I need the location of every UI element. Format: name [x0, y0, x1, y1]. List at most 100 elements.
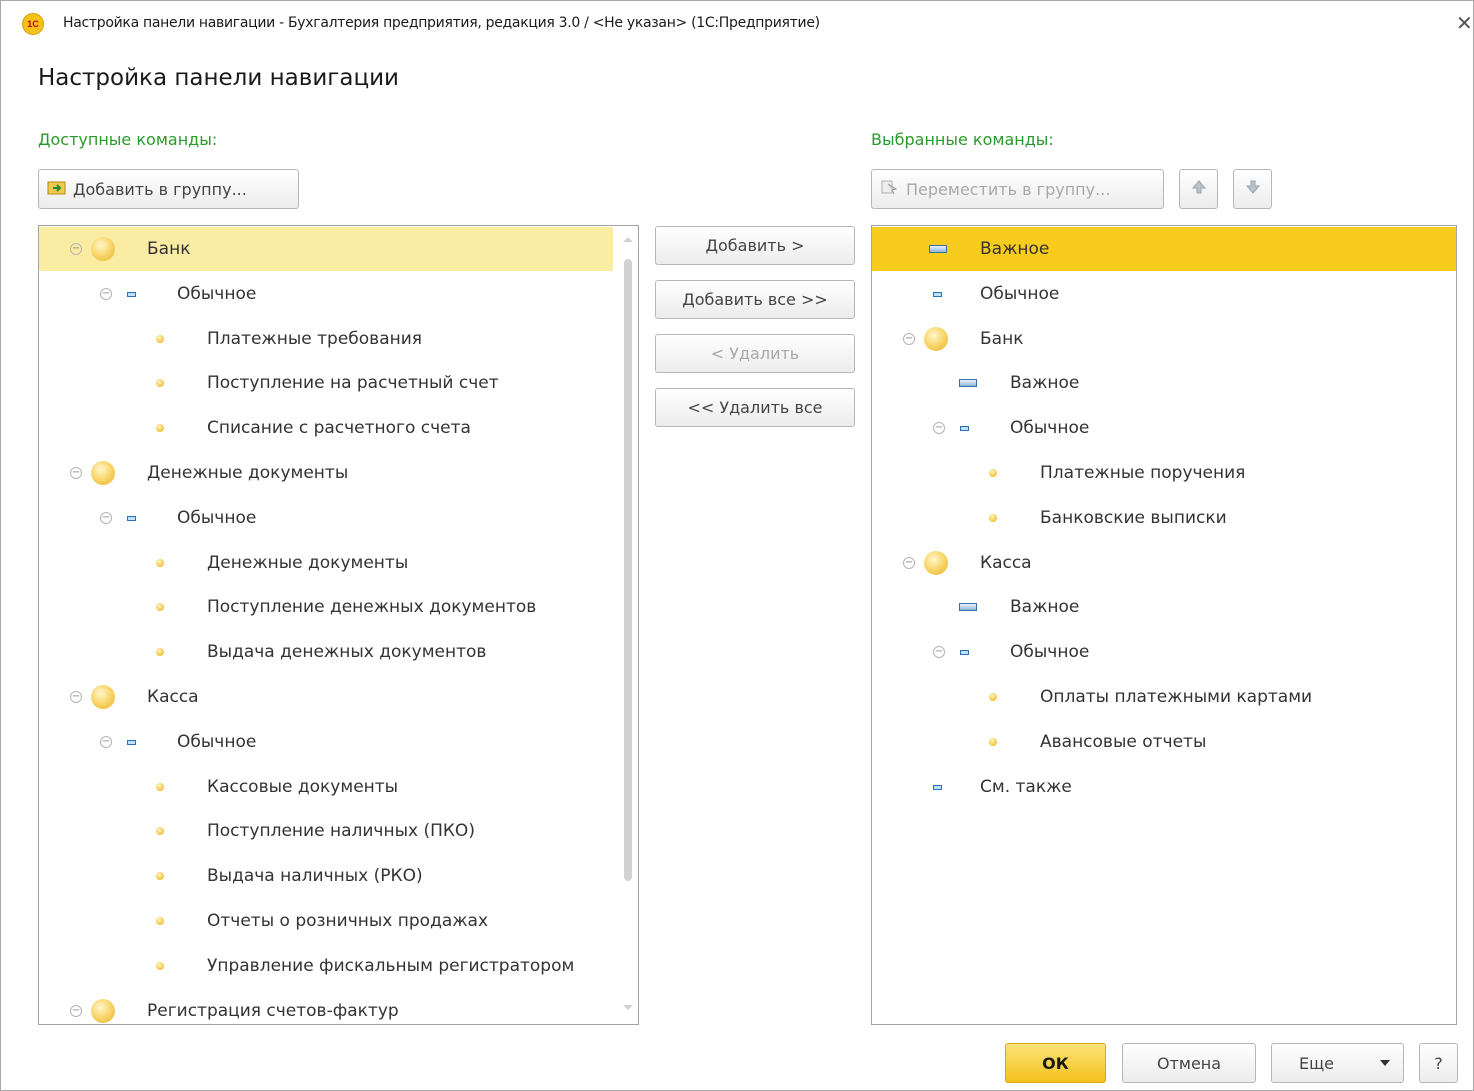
tree-item-label: Обычное [177, 283, 257, 304]
collapse-toggle-icon[interactable]: − [100, 287, 112, 300]
tree-group-item[interactable]: Важное [872, 227, 1456, 271]
tree-item-label: Банковские выписки [1040, 507, 1227, 528]
tree-group-item[interactable]: См. также [872, 765, 1456, 809]
collapse-toggle-icon[interactable]: − [903, 332, 915, 345]
tree-item-label: Выдача наличных (РКО) [207, 866, 423, 887]
group-ball-icon [924, 326, 948, 351]
tree-item-label: Обычное [177, 731, 257, 752]
command-bullet-icon [156, 917, 164, 925]
tree-command-item[interactable]: Денежные документы [39, 541, 613, 585]
tree-command-item[interactable]: Отчеты о розничных продажах [39, 899, 613, 943]
tree-item-label: Денежные документы [207, 552, 409, 573]
tree-group-item[interactable]: − Касса [39, 675, 613, 719]
subgroup-icon [960, 426, 969, 432]
tree-group-item[interactable]: Важное [872, 585, 1456, 629]
tree-command-item[interactable]: Оплаты платежными картами [872, 675, 1456, 719]
tree-group-item[interactable]: − Касса [872, 541, 1456, 585]
scroll-down-icon[interactable] [623, 1005, 633, 1010]
tree-command-item[interactable]: Выдача денежных документов [39, 630, 613, 674]
tree-group-item[interactable]: − Обычное [39, 720, 613, 764]
cancel-button[interactable]: Отмена [1122, 1043, 1256, 1083]
collapse-toggle-icon[interactable]: − [933, 646, 945, 659]
add-to-group-button[interactable]: Добавить в группу... [38, 169, 299, 209]
selected-commands-tree[interactable]: Важное Обычное − Банк Важное − Обычное Платежны… [871, 225, 1457, 1025]
move-to-group-label: Переместить в группу... [906, 179, 1111, 199]
tree-item-label: Обычное [1010, 642, 1090, 663]
important-group-icon [929, 245, 947, 253]
tree-item-label: Выдача денежных документов [207, 642, 487, 663]
more-button[interactable]: Еще [1271, 1043, 1404, 1083]
collapse-toggle-icon[interactable]: − [100, 735, 112, 748]
move-up-button[interactable] [1179, 169, 1218, 209]
add-all-button[interactable]: Добавить все >> [655, 280, 855, 319]
tree-item-label: Касса [147, 687, 199, 707]
tree-command-item[interactable]: Поступление денежных документов [39, 585, 613, 629]
tree-item-label: См. также [980, 776, 1072, 797]
command-bullet-icon [156, 558, 164, 567]
subgroup-icon [933, 784, 942, 790]
collapse-toggle-icon[interactable]: − [100, 511, 112, 524]
tree-command-item[interactable]: Выдача наличных (РКО) [39, 854, 613, 898]
tree-group-item[interactable]: − Обычное [39, 496, 613, 540]
subgroup-icon [127, 739, 136, 745]
collapse-toggle-icon[interactable]: − [903, 556, 915, 569]
command-bullet-icon [989, 469, 997, 477]
command-bullet-icon [156, 334, 164, 343]
tree-item-label: Поступление наличных (ПКО) [207, 821, 475, 842]
move-to-group-button[interactable]: Переместить в группу... [871, 169, 1164, 209]
title-bar: 1С Настройка панели навигации - Бухгалте… [1, 1, 1473, 49]
tree-group-item[interactable]: − Обычное [872, 630, 1456, 674]
remove-button[interactable]: < Удалить [655, 334, 855, 373]
tree-group-item[interactable]: Важное [872, 361, 1456, 405]
collapse-toggle-icon[interactable]: − [70, 243, 82, 255]
available-commands-tree[interactable]: − Банк − Обычное Платежные требования Поступл… [38, 225, 639, 1025]
tree-scrollbar[interactable] [621, 229, 635, 1015]
add-to-group-icon [47, 179, 67, 199]
tree-group-item[interactable]: − Регистрация счетов-фактур [39, 989, 613, 1024]
move-down-button[interactable] [1233, 169, 1272, 209]
tree-command-item[interactable]: Списание с расчетного счета [39, 406, 613, 450]
tree-command-item[interactable]: Платежные требования [39, 317, 613, 361]
scroll-thumb[interactable] [624, 259, 632, 881]
app-logo-icon: 1С [22, 13, 44, 35]
tree-group-item[interactable]: − Банк [872, 317, 1456, 361]
tree-item-label: Авансовые отчеты [1040, 731, 1207, 752]
command-bullet-icon [989, 693, 997, 701]
group-ball-icon [91, 685, 115, 709]
tree-item-label: Важное [1010, 597, 1080, 618]
tree-item-label: Платежные требования [207, 328, 423, 349]
collapse-toggle-icon[interactable]: − [70, 467, 82, 479]
tree-item-label: Обычное [177, 507, 257, 528]
tree-command-item[interactable]: Поступление на расчетный счет [39, 361, 613, 405]
ok-button[interactable]: ОК [1005, 1043, 1106, 1083]
tree-command-item[interactable]: Кассовые документы [39, 765, 613, 809]
tree-item-label: Списание с расчетного счета [207, 418, 471, 439]
tree-item-label: Кассовые документы [207, 776, 399, 797]
tree-item-label: Важное [1010, 373, 1080, 394]
collapse-toggle-icon[interactable]: − [933, 422, 945, 435]
scroll-up-icon[interactable] [623, 237, 633, 242]
tree-group-item[interactable]: − Обычное [872, 406, 1456, 450]
tree-command-item[interactable]: Банковские выписки [872, 496, 1456, 540]
arrow-down-icon [1245, 179, 1261, 199]
command-bullet-icon [156, 379, 164, 388]
tree-group-item[interactable]: − Денежные документы [39, 451, 613, 495]
command-bullet-icon [989, 737, 997, 746]
subgroup-icon [933, 291, 942, 297]
remove-all-button[interactable]: << Удалить все [655, 388, 855, 427]
important-group-icon [959, 603, 977, 612]
tree-command-item[interactable]: Управление фискальным регистратором [39, 944, 613, 988]
tree-group-item[interactable]: − Банк [39, 227, 613, 271]
tree-command-item[interactable]: Поступление наличных (ПКО) [39, 809, 613, 853]
tree-group-item[interactable]: Обычное [872, 272, 1456, 316]
command-bullet-icon [989, 513, 997, 522]
collapse-toggle-icon[interactable]: − [70, 691, 82, 703]
tree-group-item[interactable]: − Обычное [39, 272, 613, 316]
tree-command-item[interactable]: Авансовые отчеты [872, 720, 1456, 764]
collapse-toggle-icon[interactable]: − [70, 1004, 82, 1017]
help-button[interactable]: ? [1419, 1043, 1458, 1083]
add-button[interactable]: Добавить > [655, 226, 855, 265]
close-icon[interactable]: ✕ [1456, 11, 1473, 36]
tree-item-label: Касса [980, 552, 1032, 573]
tree-command-item[interactable]: Платежные поручения [872, 451, 1456, 495]
